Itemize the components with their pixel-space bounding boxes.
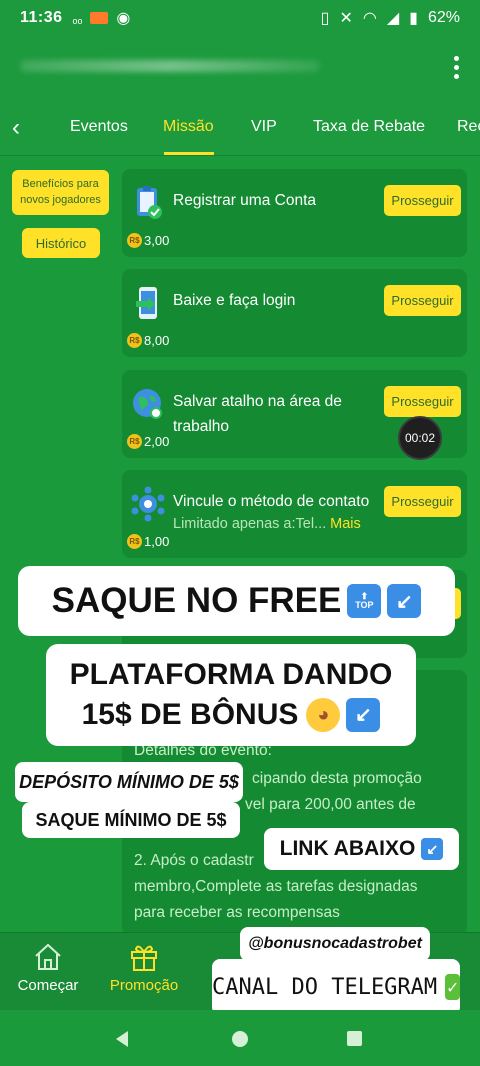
more-options-icon[interactable] xyxy=(454,56,460,79)
tab-eventos[interactable]: Eventos xyxy=(70,118,128,136)
prosseguir-button[interactable]: Prosseguir xyxy=(384,185,461,216)
battery-percent: 62% xyxy=(427,9,460,26)
nav-back-icon[interactable] xyxy=(114,1030,132,1048)
saque-minimo-label: SAQUE MÍNIMO DE 5$ xyxy=(22,802,240,838)
coin-icon: R$ xyxy=(127,333,142,348)
reward-value: 2,00 xyxy=(144,434,170,449)
nav-promocao[interactable]: Promoção xyxy=(106,941,182,994)
task-card: Vincule o método de contato Limitado ape… xyxy=(122,470,467,558)
task-title: Registrar uma Conta xyxy=(173,192,317,209)
home-icon xyxy=(35,943,61,970)
battery-icon: ▮ xyxy=(409,10,418,27)
details-line: vel para 200,00 antes de xyxy=(245,796,416,813)
globe-link-icon xyxy=(133,389,162,419)
status-bar: 11:36 ₒₒ ◉ ▯ ✕ ◠ ◢ ▮ 62% xyxy=(0,0,480,36)
deposito-minimo-label: DEPÓSITO MÍNIMO DE 5$ xyxy=(15,762,243,802)
plataforma-banner: PLATAFORMA DANDO 15$ DE BÔNUS ◕ ↙ xyxy=(46,644,416,746)
prosseguir-button[interactable]: Prosseguir xyxy=(384,486,461,517)
arrow-down-left-emoji: ↙ xyxy=(387,584,422,618)
reward-value: 8,00 xyxy=(144,333,170,348)
task-reward: R$ 3,00 xyxy=(127,233,169,248)
coin-icon: R$ xyxy=(127,434,142,449)
system-nav-bar xyxy=(0,1010,480,1066)
blurred-title xyxy=(20,60,320,72)
coin-icon: R$ xyxy=(127,534,142,549)
prosseguir-button[interactable]: Prosseguir xyxy=(384,386,461,417)
task-title: Vincule o método de contato xyxy=(173,493,370,510)
more-link[interactable]: Mais xyxy=(330,516,361,532)
check-mark-emoji: ✓ xyxy=(445,974,460,1000)
benefits-button[interactable]: Benefícios para novos jogadores xyxy=(12,170,109,215)
details-line: para receber as recompensas xyxy=(134,904,340,921)
details-line: membro,Complete as tarefas designadas xyxy=(134,878,418,895)
reward-value: 3,00 xyxy=(144,233,170,248)
mute-icon: ✕ xyxy=(339,10,353,27)
recording-timer: 00:02 xyxy=(398,416,442,460)
task-subtitle: Limitado apenas a:Tel... Mais xyxy=(173,516,361,532)
tab-vip[interactable]: VIP xyxy=(251,118,277,136)
history-button[interactable]: Histórico xyxy=(22,228,100,258)
back-arrow-icon[interactable]: ‹ xyxy=(12,114,20,142)
details-line: cipando desta promoção xyxy=(252,770,422,787)
tab-taxa-de-rebate[interactable]: Taxa de Rebate xyxy=(313,118,425,136)
task-reward: R$ 1,00 xyxy=(127,534,169,549)
nav-comecar[interactable]: Começar xyxy=(16,941,80,994)
signal-icon: ◢ xyxy=(386,10,400,27)
video-record-icon xyxy=(90,12,109,24)
wifi-icon: ◠ xyxy=(362,10,377,27)
tab-bar: ‹ Eventos Missão VIP Taxa de Rebate Rec xyxy=(0,100,480,156)
sim-icon: ▯ xyxy=(320,10,330,27)
handle-label: @bonusnocadastrobet xyxy=(240,927,430,961)
task-reward: R$ 8,00 xyxy=(127,333,169,348)
clipboard-check-icon xyxy=(137,186,162,219)
active-tab-indicator xyxy=(164,152,214,155)
nav-home-icon[interactable] xyxy=(231,1030,249,1048)
task-title: Baixe e faça login xyxy=(173,292,296,309)
tab-missao[interactable]: Missão xyxy=(163,118,214,136)
status-time: 11:36 xyxy=(20,9,63,26)
tab-rec[interactable]: Rec xyxy=(457,118,480,136)
gift-icon xyxy=(131,945,157,971)
arrow-down-left-emoji: ↙ xyxy=(421,838,444,860)
nav-recents-icon[interactable] xyxy=(346,1030,363,1047)
arrow-down-left-emoji: ↙ xyxy=(346,698,381,733)
task-reward: R$ 2,00 xyxy=(127,434,169,449)
party-face-emoji: ◕ xyxy=(306,698,341,733)
prosseguir-button[interactable]: Prosseguir xyxy=(384,285,461,316)
contact-network-icon xyxy=(131,486,165,522)
globe-icon: ◉ xyxy=(116,10,131,27)
task-card: Baixe e faça login Prosseguir R$ 8,00 xyxy=(122,269,467,357)
top-arrow-emoji: ⬆ TOP xyxy=(347,584,382,618)
task-title: Salvar atalho na área de trabalho xyxy=(173,393,342,435)
task-card: Registrar uma Conta Prosseguir R$ 3,00 xyxy=(122,169,467,257)
voicemail-icon: ₒₒ xyxy=(72,10,83,26)
details-line: 2. Após o cadastr xyxy=(134,852,254,869)
phone-download-icon xyxy=(136,287,157,319)
reward-value: 1,00 xyxy=(144,534,170,549)
telegram-channel-label: CANAL DO TELEGRAM ✓ xyxy=(212,959,460,1015)
saque-free-banner: SAQUE NO FREE ⬆ TOP ↙ xyxy=(18,566,455,636)
link-abaixo-label: LINK ABAIXO ↙ xyxy=(264,828,459,870)
coin-icon: R$ xyxy=(127,233,142,248)
